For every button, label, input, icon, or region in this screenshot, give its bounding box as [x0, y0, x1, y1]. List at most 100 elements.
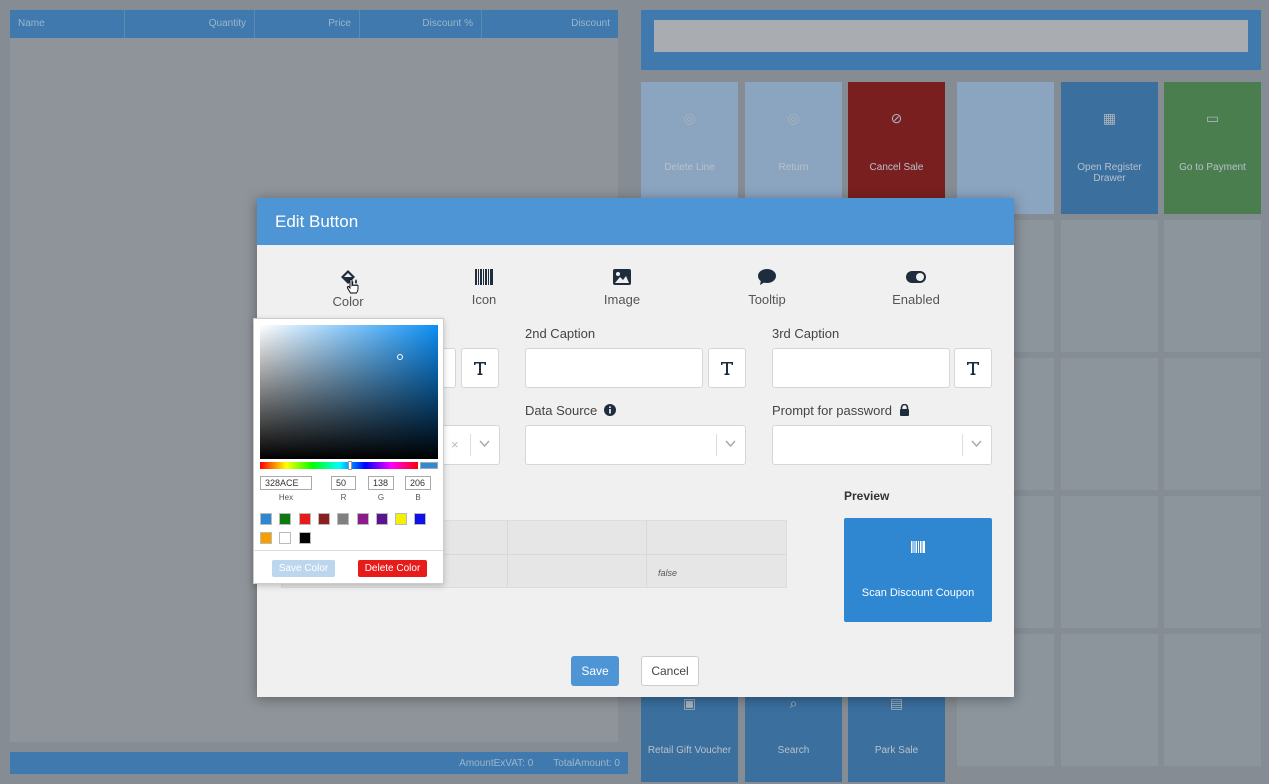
- tile-retail-gift-voucher: ▣ Retail Gift Voucher: [641, 685, 738, 782]
- text-format-icon: [721, 362, 733, 375]
- color-swatch[interactable]: [260, 513, 272, 525]
- col-quantity: Quantity: [125, 10, 255, 38]
- caption3-input[interactable]: [772, 348, 950, 388]
- tile-empty: [1061, 220, 1158, 352]
- tile-delete-line: ◎ Delete Line: [641, 82, 738, 214]
- b-label: B: [415, 493, 421, 502]
- tile-empty: [1164, 496, 1261, 628]
- save-color-button[interactable]: Save Color: [272, 560, 335, 577]
- hue-handle[interactable]: [348, 461, 352, 470]
- color-swatch[interactable]: [395, 513, 408, 525]
- color-swatch[interactable]: [337, 513, 350, 525]
- dialog-title: Edit Button: [257, 198, 1014, 245]
- color-swatch[interactable]: [414, 513, 427, 525]
- clear-icon[interactable]: ×: [451, 437, 459, 452]
- tile-cancel-sale: ⊘ Cancel Sale: [848, 82, 945, 214]
- divider: [254, 550, 443, 551]
- delete-color-button[interactable]: Delete Color: [358, 560, 427, 577]
- caption3-text-format-button[interactable]: [954, 348, 992, 388]
- tile-empty: [957, 82, 1054, 214]
- saturation-area[interactable]: [260, 325, 438, 459]
- chevron-down-icon: [971, 440, 982, 448]
- col-name: Name: [10, 10, 125, 38]
- hand-cursor-icon: [346, 279, 359, 294]
- tile-empty: [1061, 634, 1158, 766]
- tile-search: ⌕ Search: [745, 685, 842, 782]
- product-search-input: [654, 20, 1248, 52]
- tab-enabled[interactable]: Enabled: [876, 268, 956, 307]
- color-swatch[interactable]: [317, 513, 330, 525]
- save-button[interactable]: Save: [571, 656, 619, 686]
- color-swatch[interactable]: [375, 513, 388, 525]
- text-format-icon: [474, 362, 486, 375]
- prompt-password-label: Prompt for password: [772, 403, 910, 418]
- data-source-select[interactable]: [525, 425, 746, 465]
- toggle-on-icon: [906, 271, 926, 283]
- color-swatch[interactable]: [279, 513, 292, 525]
- grid-divider: [507, 521, 508, 587]
- chevron-down-icon: [479, 440, 490, 448]
- caption1-text-format-button[interactable]: [461, 348, 499, 388]
- prompt-password-select[interactable]: [772, 425, 992, 465]
- barcode-icon: [911, 541, 925, 553]
- hue-slider[interactable]: [260, 461, 418, 470]
- g-label: G: [377, 493, 385, 502]
- preview-button: Scan Discount Coupon: [844, 518, 992, 622]
- col-discount-percent: Discount %: [360, 10, 482, 38]
- preview-caption: Scan Discount Coupon: [861, 587, 975, 599]
- action-select[interactable]: ×: [440, 425, 500, 465]
- comment-icon: [758, 269, 776, 285]
- tab-tooltip[interactable]: Tooltip: [727, 268, 807, 307]
- barcode-icon: [475, 269, 493, 285]
- saturation-handle[interactable]: [397, 354, 403, 360]
- cancel-button[interactable]: Cancel: [641, 656, 699, 686]
- col-discount: Discount: [571, 18, 610, 29]
- color-swatch[interactable]: [260, 532, 272, 544]
- tile-empty: [1164, 358, 1261, 490]
- tile-park-sale: ▤ Park Sale: [848, 685, 945, 782]
- tile-open-drawer: ▦ Open Register Drawer: [1061, 82, 1158, 214]
- caption2-text-format-button[interactable]: [708, 348, 746, 388]
- tab-label: Icon: [471, 292, 497, 307]
- tile-empty: [1061, 496, 1158, 628]
- caption2-input[interactable]: [525, 348, 703, 388]
- color-swatch[interactable]: [298, 513, 311, 525]
- color-swatch[interactable]: [279, 532, 292, 544]
- image-icon: [613, 269, 631, 285]
- cart-footer: AmountExVAT: 0 TotalAmount: 0: [10, 752, 628, 774]
- dialog-tabs: Color Icon Image Tooltip Enabled: [257, 268, 1014, 312]
- grid-divider: [646, 521, 647, 587]
- total-amount: TotalAmount: 0: [553, 758, 620, 769]
- red-input[interactable]: [331, 476, 356, 490]
- tab-label: Enabled: [892, 292, 940, 307]
- col-price: Price: [255, 10, 360, 38]
- color-swatch[interactable]: [298, 532, 311, 544]
- caption2-label: 2nd Caption: [525, 326, 596, 341]
- amount-ex-vat: AmountExVAT: 0: [459, 758, 534, 769]
- preview-label: Preview: [844, 489, 890, 503]
- hex-input[interactable]: [260, 476, 312, 490]
- tile-empty: [1164, 220, 1261, 352]
- r-label: R: [340, 493, 347, 502]
- green-input[interactable]: [368, 476, 394, 490]
- tab-icon[interactable]: Icon: [444, 268, 524, 307]
- tab-image[interactable]: Image: [582, 268, 662, 307]
- cart-table-header: Name Quantity Price Discount % Discount: [10, 10, 618, 38]
- caption3-label: 3rd Caption: [772, 326, 840, 341]
- color-picker-popup: Hex R G B Save Color Delete Color: [253, 318, 444, 584]
- current-color-swatch: [420, 462, 438, 469]
- color-swatch[interactable]: [356, 513, 369, 525]
- tile-empty: [1061, 358, 1158, 490]
- tab-label: Image: [603, 292, 641, 307]
- tile-return: ◎ Return: [745, 82, 842, 214]
- tab-label: Color: [332, 294, 364, 309]
- hex-label: Hex: [278, 493, 294, 502]
- info-icon[interactable]: [603, 404, 616, 416]
- text-format-icon: [967, 362, 979, 375]
- blue-input[interactable]: [405, 476, 431, 490]
- data-source-label: Data Source: [525, 403, 616, 418]
- tile-empty: [1164, 634, 1261, 766]
- chevron-down-icon: [725, 440, 736, 448]
- grid-cell-value: false: [658, 568, 678, 578]
- lock-icon: [899, 403, 909, 416]
